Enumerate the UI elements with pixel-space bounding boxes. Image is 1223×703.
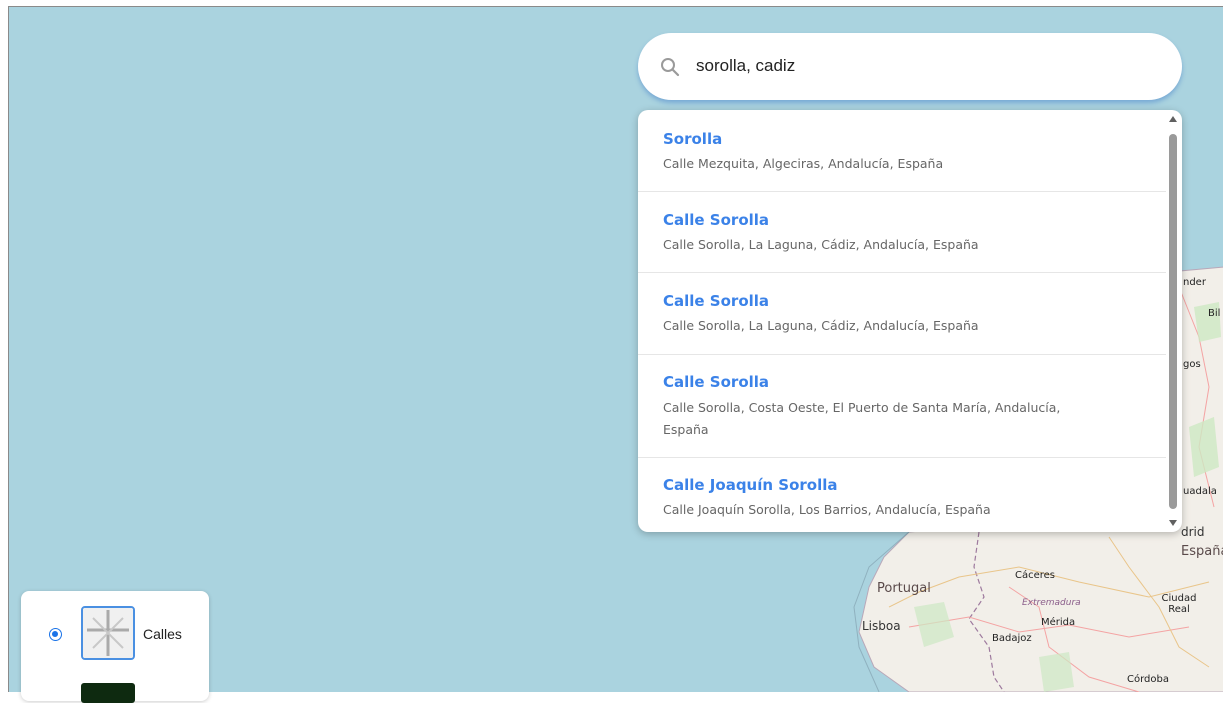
search-results-dropdown: Sorolla Calle Mezquita, Algeciras, Andal… [638, 110, 1182, 532]
satellite-layer-icon[interactable] [81, 683, 135, 703]
result-address: Calle Mezquita, Algeciras, Andalucía, Es… [663, 156, 944, 171]
search-box[interactable] [638, 33, 1182, 100]
search-result-item[interactable]: Sorolla Calle Mezquita, Algeciras, Andal… [638, 110, 1166, 192]
result-address: Calle Joaquín Sorolla, Los Barrios, Anda… [663, 502, 991, 517]
scroll-up-arrow-icon[interactable] [1169, 116, 1177, 122]
streets-layer-icon[interactable] [81, 606, 135, 660]
map-label-portugal: Portugal [877, 581, 931, 596]
map-label-cordoba: Córdoba [1127, 674, 1169, 685]
result-title: Calle Sorolla [663, 292, 770, 310]
result-title: Calle Joaquín Sorolla [663, 476, 838, 494]
streets-thumbnail-icon [83, 608, 133, 658]
search-icon [661, 58, 680, 77]
results-scrollbar[interactable] [1168, 114, 1178, 528]
map-label-guadalajara: uadala [1183, 486, 1217, 497]
layer-radio-calles[interactable] [49, 628, 62, 641]
search-result-item[interactable]: Calle Sorolla Calle Sorolla, Costa Oeste… [638, 355, 1166, 458]
map-label-madrid: drid [1181, 525, 1205, 539]
result-address: Calle Sorolla, La Laguna, Cádiz, Andaluc… [663, 237, 979, 252]
search-input[interactable] [696, 51, 1136, 81]
search-result-item[interactable]: Calle Sorolla Calle Sorolla, La Laguna, … [638, 192, 1166, 273]
map-label-bilbao: Bil [1208, 308, 1221, 319]
map-label-santander: nder [1183, 277, 1206, 288]
map-label-ciudad-real: Ciudad Real [1161, 593, 1197, 615]
result-title: Calle Sorolla [663, 211, 770, 229]
map-label-merida: Mérida [1041, 617, 1076, 628]
layer-switcher-panel: Calles [21, 591, 209, 703]
result-address: Calle Sorolla, La Laguna, Cádiz, Andaluc… [663, 318, 979, 333]
map-label-caceres: Cáceres [1015, 570, 1056, 581]
map-label-lisboa: Lisboa [862, 619, 901, 633]
scroll-down-arrow-icon[interactable] [1169, 520, 1177, 526]
search-result-item[interactable]: Calle Sorolla Calle Sorolla, La Laguna, … [638, 273, 1166, 355]
map-label-extremadura: Extremadura [1022, 598, 1081, 608]
search-result-item[interactable]: Calle Joaquín Sorolla Calle Joaquín Soro… [638, 458, 1166, 532]
map-label-badajoz: Badajoz [992, 633, 1032, 644]
result-title: Sorolla [663, 130, 723, 148]
map-label-burgos: gos [1183, 359, 1201, 370]
scrollbar-thumb[interactable] [1169, 134, 1177, 509]
map-label-espana: España [1181, 544, 1223, 559]
result-title: Calle Sorolla [663, 373, 770, 391]
result-address: Calle Sorolla, Costa Oeste, El Puerto de… [663, 400, 1061, 437]
layer-label-calles: Calles [143, 626, 182, 642]
